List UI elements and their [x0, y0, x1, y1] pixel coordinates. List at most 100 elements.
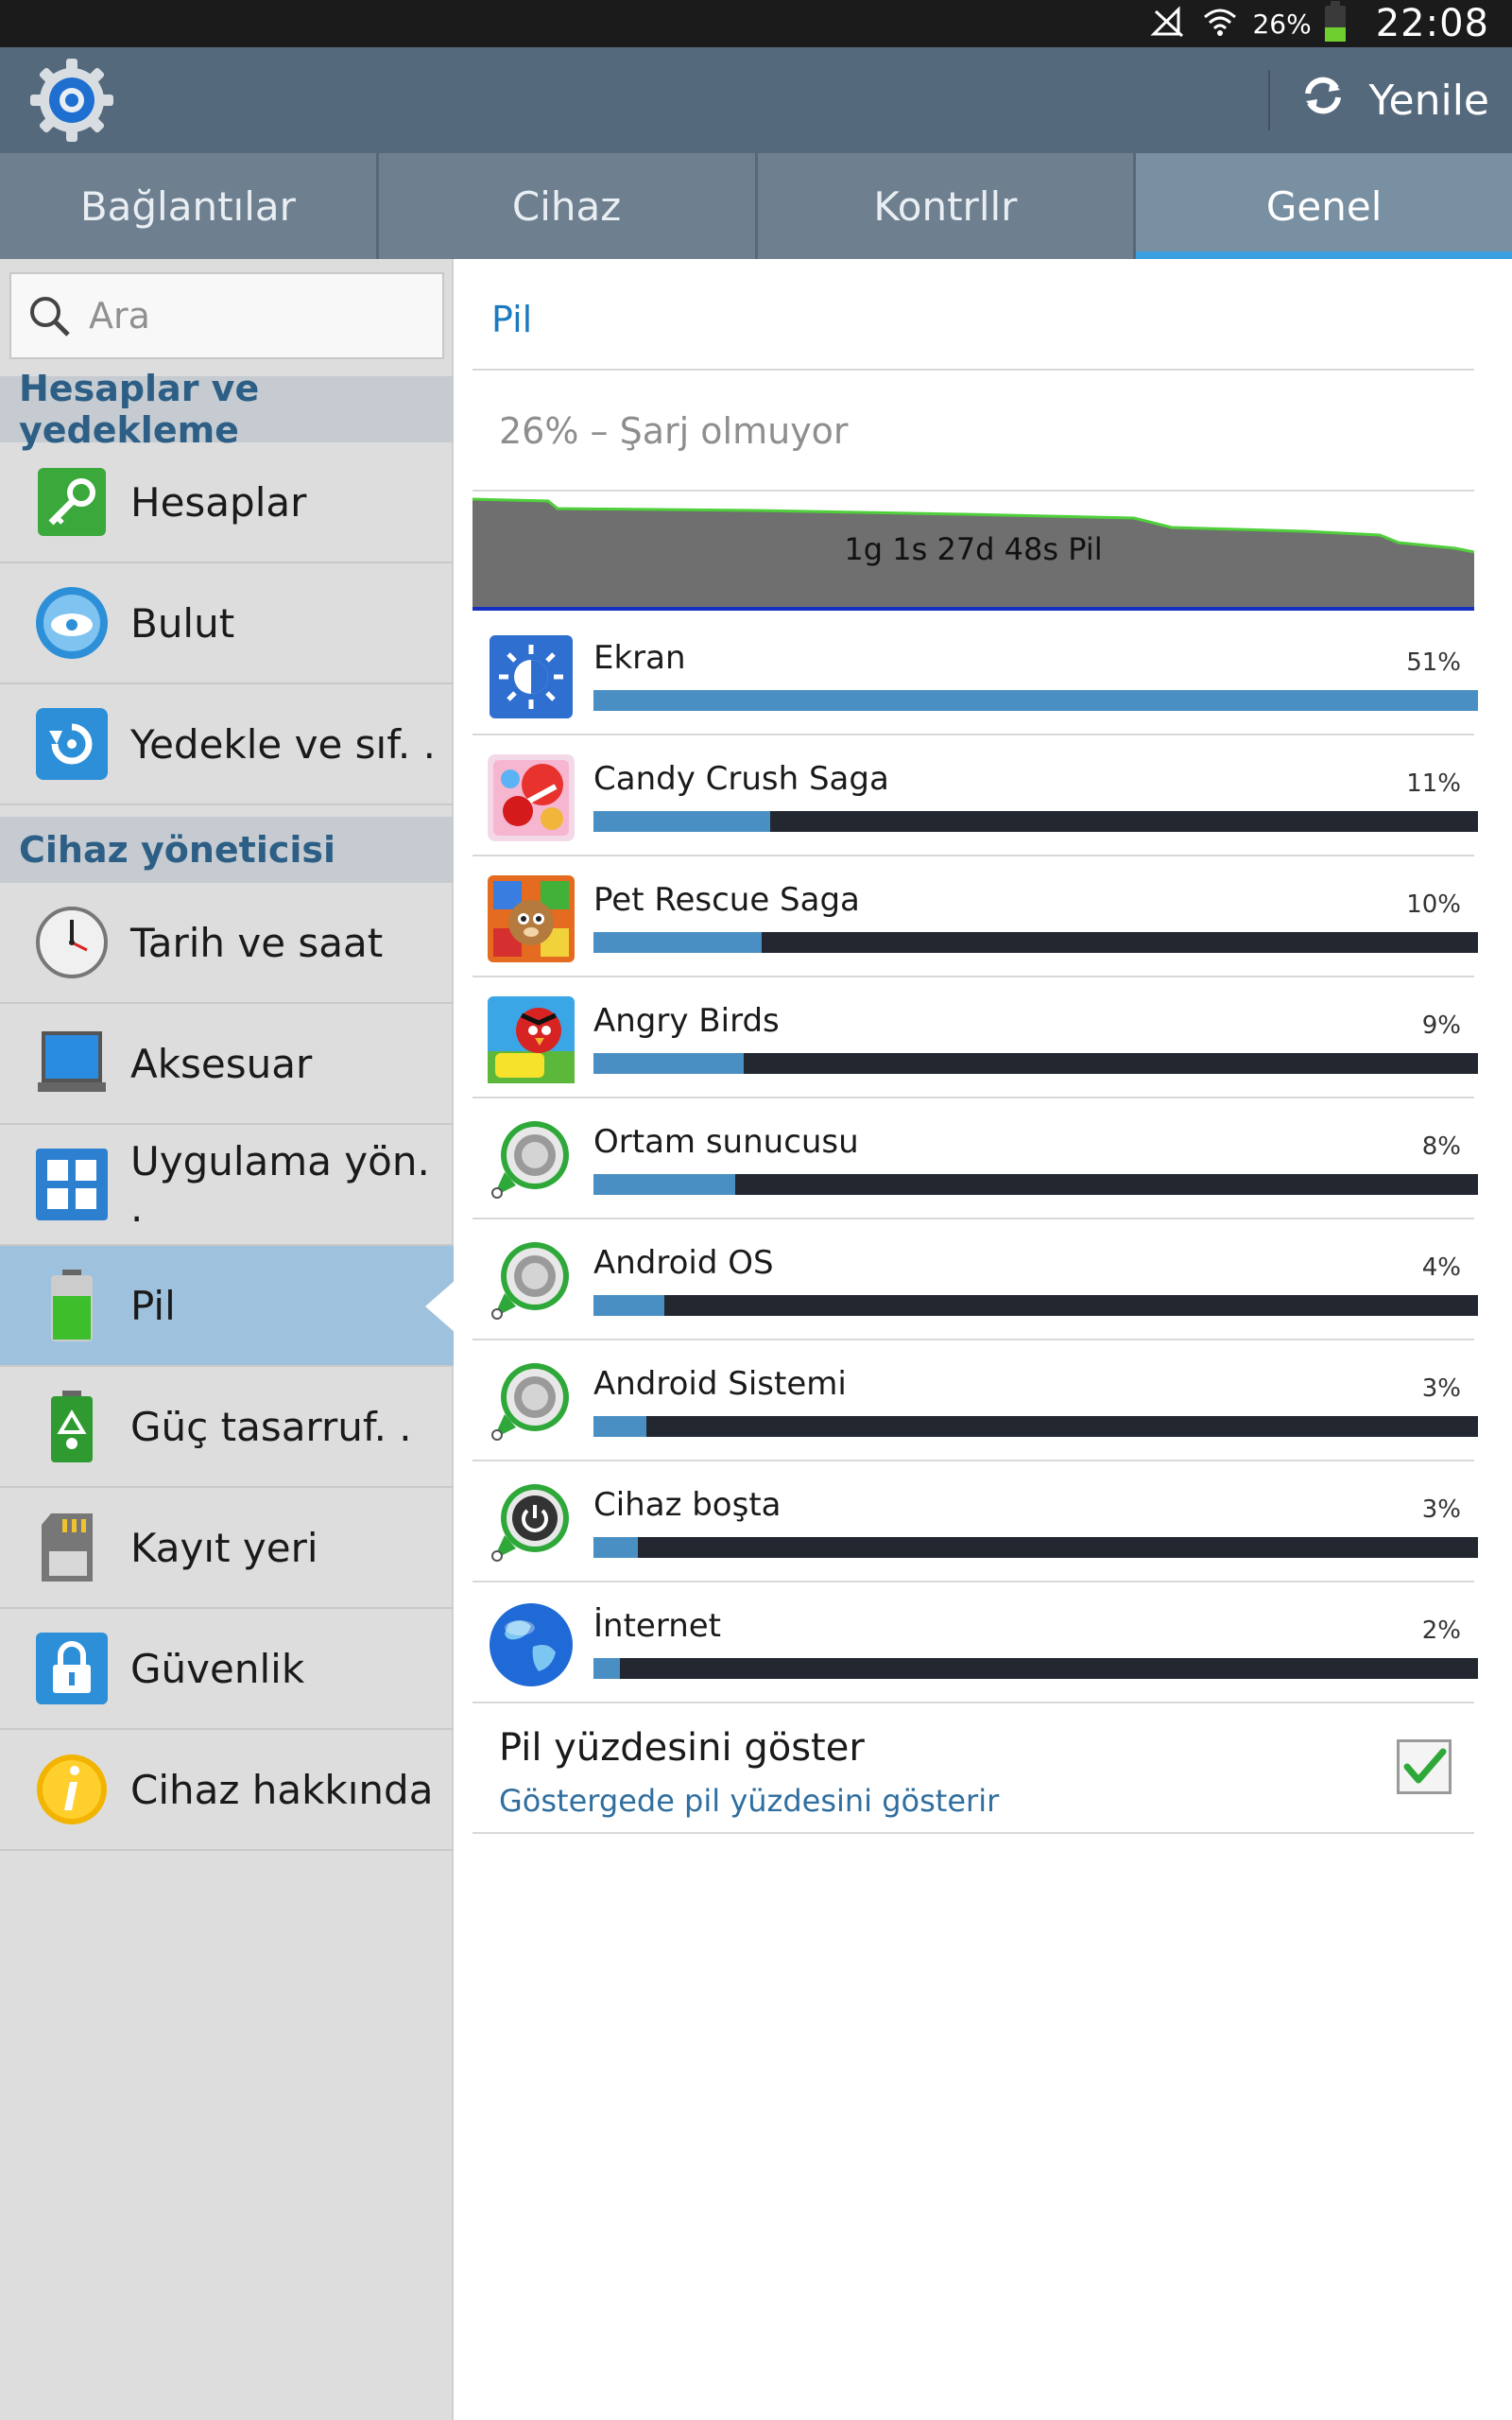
app-name: Cihaz boşta	[593, 1486, 782, 1524]
app-usage-row[interactable]: Android Sistemi 3%	[472, 1340, 1478, 1461]
action-bar: Yenile	[0, 47, 1512, 153]
show-percent-checkbox[interactable]	[1397, 1739, 1452, 1794]
sidebar-item-power-saving[interactable]: Güç tasarruf. .	[0, 1367, 454, 1488]
usage-bar	[593, 932, 1478, 953]
search-input[interactable]	[87, 294, 412, 337]
app-percent: 3%	[1421, 1495, 1461, 1524]
usage-bar	[593, 1174, 1478, 1195]
tab-connections[interactable]: Bağlantılar	[0, 153, 379, 259]
refresh-button[interactable]: Yenile	[1268, 70, 1489, 130]
sidebar-item-label: Uygulama yön. .	[130, 1138, 430, 1231]
refresh-label: Yenile	[1368, 76, 1489, 125]
sidebar: Hesaplar ve yedekleme Hesaplar Bulut Yed…	[0, 259, 455, 2420]
tab-bar: Bağlantılar Cihaz Kontrllr Genel	[0, 153, 1512, 259]
usage-bar-fill	[593, 1416, 647, 1437]
divider	[472, 490, 1474, 492]
sidebar-item-label: Tarih ve saat	[130, 919, 384, 966]
section-header-accounts: Hesaplar ve yedekleme	[0, 368, 454, 451]
app-usage-row[interactable]: Ekran 51%	[472, 614, 1478, 735]
app-usage-row[interactable]: Pet Rescue Saga 10%	[472, 856, 1478, 977]
wifi-icon	[1201, 6, 1239, 42]
sidebar-item-label: Pil	[130, 1282, 176, 1329]
checkmark-icon	[1403, 1748, 1447, 1784]
sidebar-item-security[interactable]: Güvenlik	[0, 1609, 454, 1730]
usage-bar-fill	[593, 1053, 745, 1074]
sidebar-item-backup[interactable]: Yedekle ve sıf. .	[0, 684, 454, 805]
app-usage-row[interactable]: İnternet 2%	[472, 1582, 1478, 1703]
app-percent: 3%	[1421, 1374, 1461, 1403]
app-percent: 4%	[1421, 1253, 1461, 1282]
no-signal-icon	[1150, 6, 1188, 42]
power-saving-icon	[32, 1387, 112, 1466]
app-usage-row[interactable]: Angry Birds 9%	[472, 977, 1478, 1098]
media-server-icon	[486, 1115, 576, 1206]
usage-bar	[593, 1053, 1478, 1074]
divider	[472, 369, 1474, 371]
battery-icon	[32, 1266, 112, 1345]
graph-duration-label: 1g 1s 27d 48s Pil	[844, 531, 1103, 567]
app-usage-row[interactable]: Candy Crush Saga 11%	[472, 735, 1478, 856]
app-percent: 2%	[1421, 1616, 1461, 1645]
clock: 22:08	[1375, 2, 1489, 45]
battery-panel: Pil 26% – Şarj olmuyor 1g 1s 27d 48s Pil…	[454, 259, 1512, 2420]
app-percent: 10%	[1406, 890, 1461, 919]
usage-bar	[593, 690, 1478, 711]
sidebar-item-label: Kayıt yeri	[130, 1524, 318, 1571]
app-name: Android Sistemi	[593, 1365, 847, 1403]
setting-title: Pil yüzdesini göster	[499, 1726, 865, 1770]
apps-icon	[32, 1145, 112, 1224]
app-usage-row[interactable]: Cihaz boşta 3%	[472, 1461, 1478, 1582]
battery-status-text: 26% – Şarj olmuyor	[499, 410, 849, 452]
usage-bar-fill	[593, 932, 762, 953]
tab-general[interactable]: Genel	[1136, 153, 1512, 259]
usage-bar	[593, 1416, 1478, 1437]
usage-bar	[593, 811, 1478, 832]
app-name: Ekran	[593, 639, 686, 677]
app-usage-row[interactable]: Android OS 4%	[472, 1219, 1478, 1340]
sidebar-item-battery[interactable]: Pil	[0, 1246, 455, 1367]
cloud-icon	[32, 583, 112, 663]
usage-bar-fill	[593, 811, 771, 832]
candy-crush-icon	[486, 752, 576, 843]
info-icon	[32, 1750, 112, 1829]
accessory-icon	[32, 1024, 112, 1103]
usage-bar-fill	[593, 1537, 638, 1558]
battery-usage-graph[interactable]: 1g 1s 27d 48s Pil	[472, 493, 1475, 607]
sidebar-item-about-device[interactable]: Cihaz hakkında	[0, 1730, 454, 1851]
sidebar-item-label: Cihaz hakkında	[130, 1766, 434, 1813]
sidebar-item-storage[interactable]: Kayıt yeri	[0, 1488, 454, 1609]
search-box[interactable]	[9, 272, 444, 359]
usage-bar-fill	[593, 1658, 621, 1679]
usage-bar-fill	[593, 1174, 735, 1195]
sidebar-item-date-time[interactable]: Tarih ve saat	[0, 883, 454, 1004]
battery-status-icon	[1324, 1, 1346, 42]
settings-gear-icon[interactable]	[26, 55, 117, 146]
sidebar-item-accessory[interactable]: Aksesuar	[0, 1004, 454, 1125]
page-title: Pil	[491, 299, 533, 340]
display-icon	[486, 631, 576, 722]
device-idle-icon	[486, 1478, 576, 1569]
search-icon	[11, 272, 87, 359]
sidebar-item-app-manager[interactable]: Uygulama yön. .	[0, 1125, 454, 1246]
app-percent: 8%	[1421, 1132, 1461, 1161]
app-name: Pet Rescue Saga	[593, 881, 860, 919]
backup-icon	[32, 704, 112, 784]
sidebar-item-accounts[interactable]: Hesaplar	[0, 442, 454, 563]
android-os-icon	[486, 1236, 576, 1327]
app-usage-row[interactable]: Ortam sunucusu 8%	[472, 1098, 1478, 1219]
clock-icon	[32, 903, 112, 982]
app-percent: 11%	[1406, 769, 1461, 798]
tab-controls[interactable]: Kontrllr	[758, 153, 1137, 259]
app-name: Angry Birds	[593, 1002, 780, 1040]
key-icon	[32, 462, 112, 542]
selection-pointer	[425, 1280, 455, 1333]
app-name: İnternet	[593, 1607, 722, 1645]
sidebar-item-cloud[interactable]: Bulut	[0, 563, 454, 684]
refresh-icon	[1298, 71, 1348, 130]
tab-device[interactable]: Cihaz	[379, 153, 758, 259]
show-battery-percent-setting[interactable]: Pil yüzdesini göster Göstergede pil yüzd…	[472, 1705, 1474, 1834]
sidebar-item-label: Bulut	[130, 599, 235, 647]
app-name: Candy Crush Saga	[593, 760, 889, 798]
section-header-device-manager: Cihaz yöneticisi	[0, 817, 454, 883]
sidebar-item-label: Aksesuar	[130, 1040, 313, 1087]
